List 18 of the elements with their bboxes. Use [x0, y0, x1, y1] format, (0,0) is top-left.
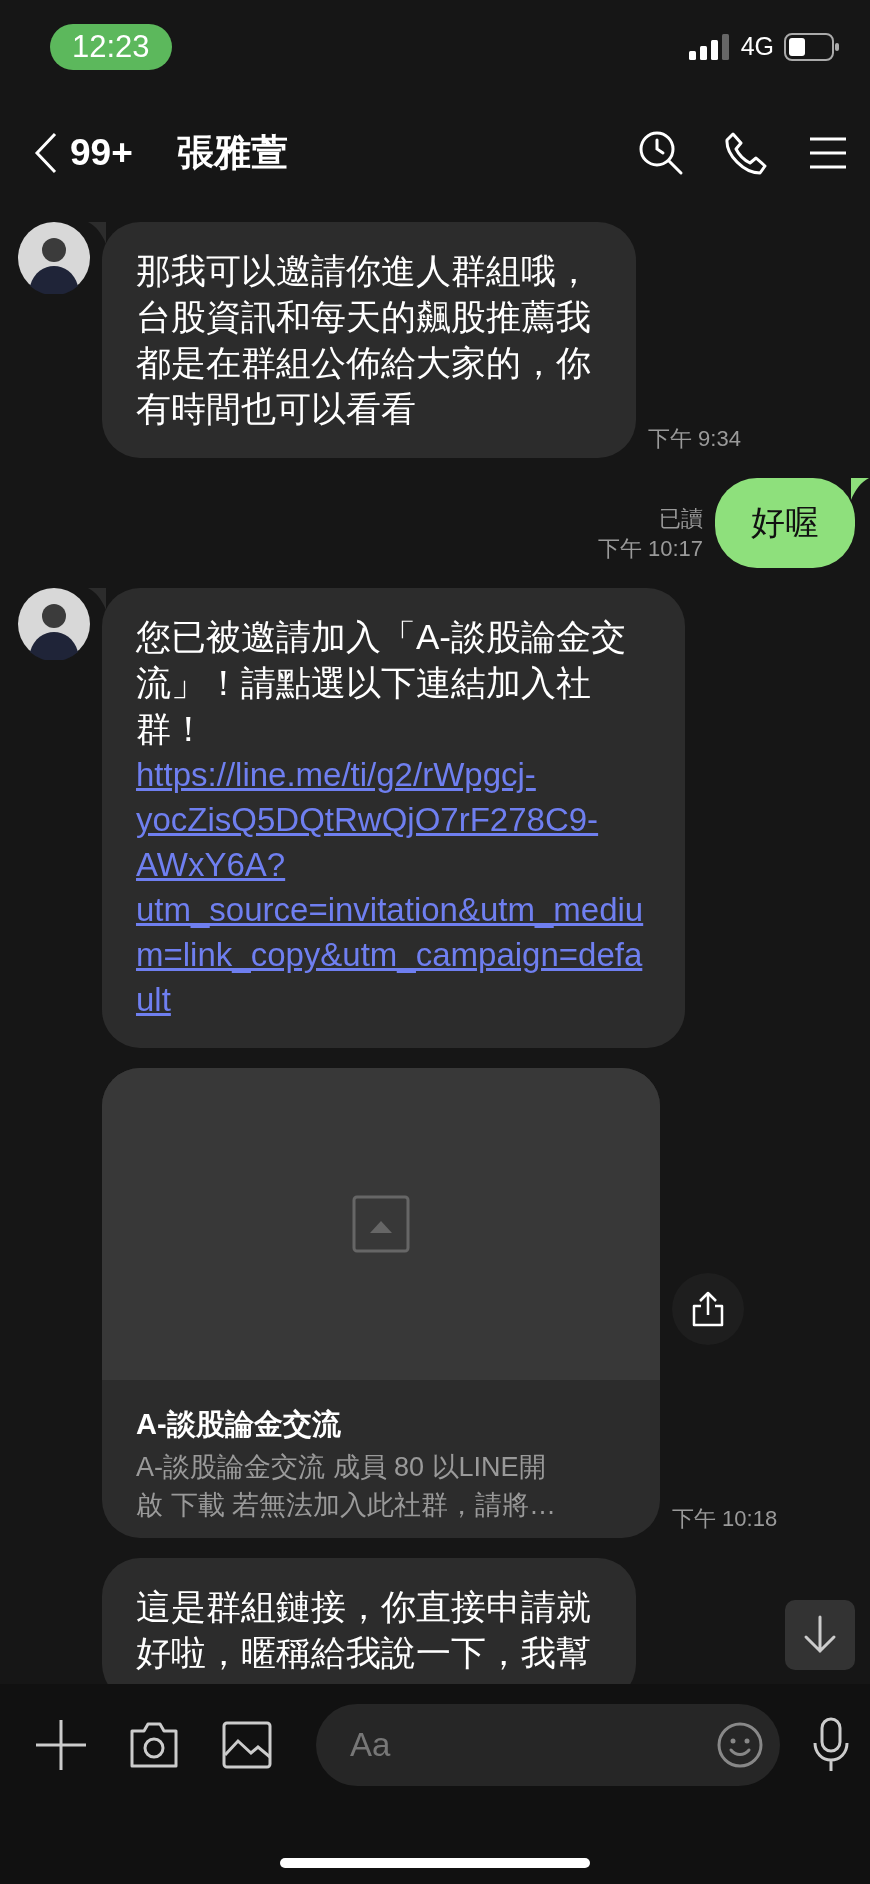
- message-text: 那我可以邀請你進人群組哦，台股資訊和每天的飆股推薦我都是在群組公佈給大家的，你有時間也可以看看: [136, 251, 591, 428]
- back-button[interactable]: 99+: [34, 131, 133, 174]
- message-time: 下午 10:17: [597, 535, 703, 563]
- message-text: 您已被邀請加入「A-談股論金交流」！請點選以下連結加入社群！: [136, 617, 626, 748]
- status-time: 12:23: [50, 23, 172, 70]
- message-link[interactable]: https://line.me/ti/g2/rWpgcj-yocZisQ5DQtRwQjO7rF278C9-AWxY6A?utm_source=invitation&utm_medium=link_copy&utm_campaign=default: [136, 752, 655, 1022]
- message-field[interactable]: Aa: [316, 1704, 780, 1786]
- message-text: 這是群組鏈接，你直接申請就好啦，暱稱給我說一下，我幫: [136, 1587, 591, 1672]
- message-time: 下午 10:18: [672, 1505, 778, 1533]
- message-text: 好喔: [751, 503, 819, 541]
- message-input[interactable]: Aa: [350, 1710, 716, 1780]
- link-preview-card[interactable]: A-談股論金交流 A-談股論金交流 成員 80 以LINE開啟 下載 若無法加入此社群，請將…: [102, 1068, 660, 1538]
- read-receipt: 已讀: [659, 505, 703, 533]
- card-title: A-談股論金交流: [136, 1407, 342, 1442]
- message-time: 下午 9:34: [648, 425, 741, 453]
- network-label: 4G: [740, 32, 774, 61]
- chat-title: 張雅萱: [176, 130, 289, 175]
- card-description: A-談股論金交流 成員 80 以LINE開啟 下載 若無法加入此社群，請將…: [136, 1451, 556, 1522]
